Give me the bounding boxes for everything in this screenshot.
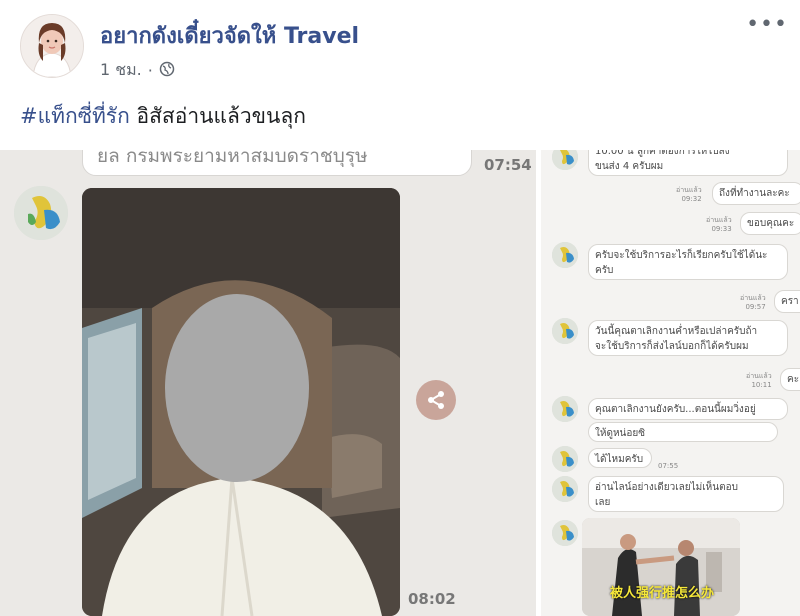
chat-avatar [552,318,578,344]
page-avatar[interactable] [20,14,84,78]
globe-icon [159,61,175,81]
post-time[interactable]: 1 ชม. [100,58,142,83]
chat-avatar [552,242,578,268]
chat-message: ครับจะใช้บริการอะไรก็เรียกครับใช้ได้นะ ค… [588,244,788,280]
chat-message: 10.00 น ลูกค้าต้องการให้ไปส่ง ขนส่ง 4 คร… [588,150,788,176]
chat-avatar [552,446,578,472]
chat-message-sent: คะ [780,368,800,391]
chat-message-line: จะใช้บริการก็ส่งไลน์บอกก็ได้ครับผม [595,341,749,352]
chat-message-line: ขนส่ง 4 ครับผม [595,161,664,172]
chat-message-line: อ่านไลน์อย่างเดียวเลยไม่เห็นตอบ [595,482,738,493]
chat-time-top: 07:54 [484,156,532,174]
post-caption: #แท็กซี่ที่รัก อิสัสอ่านแล้วขนลุก [20,100,306,133]
chat-message-sent: ครา [774,290,800,313]
chat-message-sent: ถึงที่ทำงานละคะ [712,182,800,205]
chat-message-sent: ขอบคุณคะ [740,212,800,235]
chat-message: ได้ไหมครับ [588,448,652,468]
video-caption: 被人强行推怎么办 [610,586,715,601]
chat-message: อ่านไลน์อย่างเดียวเลยไม่เห็นตอบ เลย [588,476,784,512]
chat-message: วันนี้คุณตาเลิกงานค่ำหรือเปล่าครับถ้า จะ… [588,320,788,356]
page-name-link[interactable]: อยากดังเดี๋ยวจัดให้ Travel [100,18,359,53]
caption-text: อิสัสอ่านแล้วขนลุก [136,104,306,128]
post-image[interactable]: ยล กรมพระยามหาสมบดราชบุรุษ 07:54 08:02 1… [0,150,800,616]
read-receipt: อ่านแล้ว 09:32 [676,186,702,203]
read-receipt: อ่านแล้ว 10:11 [746,372,772,389]
chat-message: ให้ดูหน่อยซิ [588,422,778,442]
chat-message-line: ครับ [595,265,614,276]
chat-video-thumbnail[interactable]: 被人强行推怎么办 [582,518,740,616]
share-icon[interactable] [416,380,456,420]
post-header: อยากดังเดี๋ยวจัดให้ Travel 1 ชม. · ••• #… [0,0,800,150]
chat-screenshot-left: ยล กรมพระยามหาสมบดราชบุรุษ 07:54 08:02 [0,150,536,616]
chat-message-line: 10.00 น ลูกค้าต้องการให้ไปส่ง [595,150,730,157]
more-options-icon[interactable]: ••• [746,12,788,37]
chat-message-line: ครับจะใช้บริการอะไรก็เรียกครับใช้ได้นะ [595,250,768,261]
chat-avatar [552,520,578,546]
chat-photo[interactable] [82,188,400,616]
chat-time: 07:55 [658,462,679,470]
meta-separator: · [147,61,153,80]
sender-avatar [14,186,68,240]
read-receipt: อ่านแล้ว 09:33 [706,216,732,233]
chat-avatar [552,396,578,422]
chat-time-photo: 08:02 [408,590,456,608]
post-meta: 1 ชม. · [100,58,175,83]
chat-message-line: เลย [595,497,611,508]
chat-message-line: วันนี้คุณตาเลิกงานค่ำหรือเปล่าครับถ้า [595,326,758,337]
chat-avatar [552,476,578,502]
hashtag-link[interactable]: #แท็กซี่ที่รัก [20,104,130,128]
read-receipt: อ่านแล้ว 09:57 [740,294,766,311]
chat-message: คุณตาเลิกงานยังครับ...ตอนนี้ผมวิ่งอยู่ [588,398,788,420]
chat-bubble-top: ยล กรมพระยามหาสมบดราชบุรุษ [82,150,472,176]
